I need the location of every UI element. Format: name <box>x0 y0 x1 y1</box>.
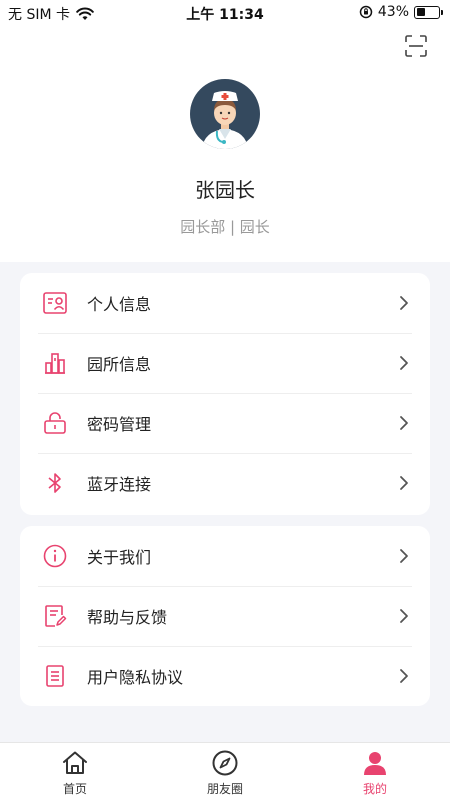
menu-item-help-feedback[interactable]: 帮助与反馈 <box>20 586 430 646</box>
menu-item-about-us[interactable]: 关于我们 <box>20 526 430 586</box>
buildings-icon <box>42 350 68 376</box>
profile-header: 张园长 园长部 | 园长 <box>0 26 450 262</box>
tab-label: 首页 <box>62 782 87 796</box>
id-card-icon <box>42 290 68 316</box>
menu-item-password[interactable]: 密码管理 <box>20 393 430 453</box>
compass-icon <box>212 750 238 776</box>
tab-bar: 首页 朋友圈 我的 <box>0 742 450 800</box>
menu-card-account: 个人信息 园所信息 密码管理 蓝牙连接 <box>20 273 430 515</box>
battery-icon <box>414 5 443 19</box>
menu-item-bluetooth[interactable]: 蓝牙连接 <box>20 453 430 513</box>
menu-item-label: 帮助与反馈 <box>87 608 168 627</box>
menu-item-label: 关于我们 <box>87 548 152 567</box>
status-right: 43% <box>359 4 443 20</box>
menu-item-personal-info[interactable]: 个人信息 <box>20 273 430 333</box>
chevron-right-icon <box>400 669 408 683</box>
tab-mine[interactable]: 我的 <box>300 743 450 800</box>
menu-item-privacy-policy[interactable]: 用户隐私协议 <box>20 646 430 706</box>
tab-label: 我的 <box>362 782 387 796</box>
battery-percent: 43% <box>377 4 409 20</box>
info-icon <box>42 543 68 569</box>
chevron-right-icon <box>400 609 408 623</box>
tab-moments[interactable]: 朋友圈 <box>150 743 300 800</box>
home-icon <box>63 751 87 774</box>
lock-icon <box>42 410 68 436</box>
scan-icon[interactable] <box>404 34 428 58</box>
menu-item-label: 蓝牙连接 <box>87 475 152 494</box>
nurse-avatar-icon <box>190 79 260 149</box>
bluetooth-icon <box>42 470 68 496</box>
menu-item-kindergarten-info[interactable]: 园所信息 <box>20 333 430 393</box>
chevron-right-icon <box>400 476 408 490</box>
chevron-right-icon <box>400 416 408 430</box>
battery-fill <box>416 8 426 16</box>
chevron-right-icon <box>400 356 408 370</box>
chevron-right-icon <box>400 549 408 563</box>
user-icon <box>364 752 386 775</box>
tab-label: 朋友圈 <box>206 782 243 796</box>
document-icon <box>42 663 68 689</box>
chevron-right-icon <box>400 296 408 310</box>
menu-item-label: 园所信息 <box>87 355 152 374</box>
profile-name: 张园长 <box>195 178 255 202</box>
status-bar: 无 SIM 卡 上午 11:34 43% <box>0 0 450 26</box>
profile-role: 园长部 | 园长 <box>180 218 270 236</box>
avatar[interactable] <box>190 79 260 149</box>
menu-item-label: 用户隐私协议 <box>87 668 184 687</box>
menu-item-label: 个人信息 <box>87 295 152 314</box>
menu-card-about: 关于我们 帮助与反馈 用户隐私协议 <box>20 526 430 706</box>
orientation-lock-icon <box>359 5 373 19</box>
tab-home[interactable]: 首页 <box>0 743 150 800</box>
menu-item-label: 密码管理 <box>87 415 152 434</box>
feedback-icon <box>42 603 68 629</box>
